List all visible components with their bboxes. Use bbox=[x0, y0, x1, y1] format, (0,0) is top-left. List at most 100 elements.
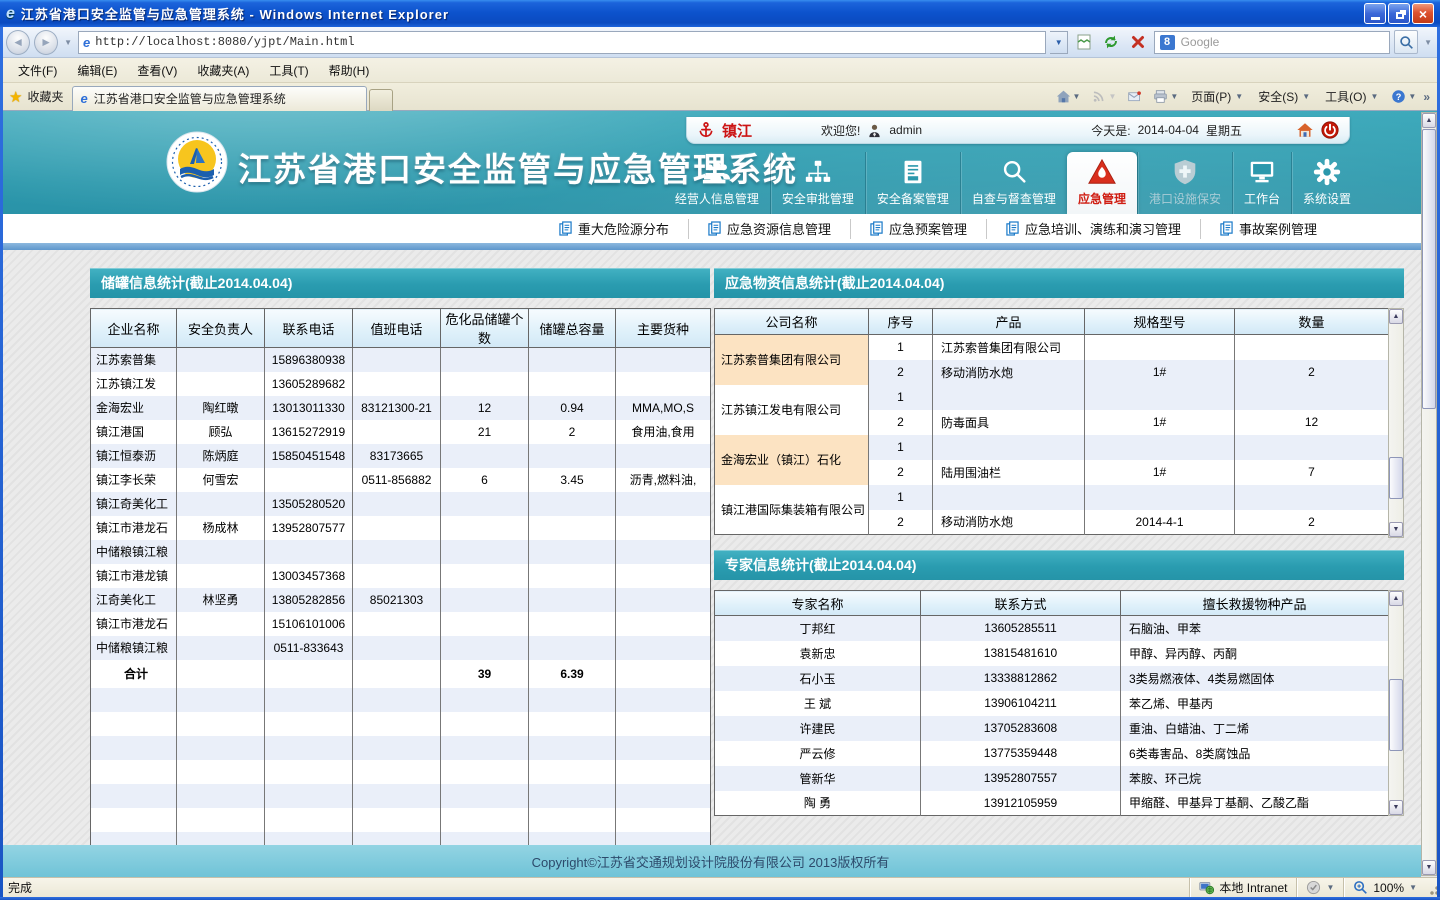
menu-item-0[interactable]: 文件(F) bbox=[8, 59, 67, 82]
print-button[interactable]: ▼ bbox=[1149, 87, 1182, 106]
cell bbox=[441, 516, 529, 540]
scrollbar-thumb[interactable] bbox=[1422, 129, 1436, 409]
nav-item-settings[interactable]: 系统设置 bbox=[1291, 152, 1362, 214]
favorites-bar: ★ 收藏夹 e 江苏省港口安全监管与应急管理系统 ▼ ▼ ▼ 页面(P)▼ 安全… bbox=[0, 83, 1440, 111]
cell bbox=[529, 444, 616, 468]
menu-item-3[interactable]: 收藏夹(A) bbox=[187, 59, 259, 82]
scroll-down-icon[interactable]: ▼ bbox=[1389, 800, 1403, 815]
cell bbox=[177, 660, 265, 688]
scroll-down-icon[interactable]: ▼ bbox=[1422, 860, 1436, 875]
cell bbox=[616, 372, 711, 396]
subnav-item-1[interactable]: 应急资源信息管理 bbox=[688, 219, 850, 239]
cell: 移动消防水炮 bbox=[933, 360, 1085, 385]
cell: 13952807577 bbox=[265, 516, 353, 540]
cell: 袁新忠 bbox=[715, 641, 921, 666]
column-header: 数量 bbox=[1235, 309, 1389, 335]
help-button[interactable]: ?▼ bbox=[1387, 87, 1420, 106]
feeds-button[interactable]: ▼ bbox=[1087, 87, 1120, 106]
cell bbox=[529, 636, 616, 660]
subnav-item-0[interactable]: 重大危险源分布 bbox=[540, 219, 688, 239]
cell bbox=[441, 760, 529, 784]
scrollbar-thumb[interactable] bbox=[1389, 679, 1403, 751]
home-button[interactable]: ▼ bbox=[1052, 87, 1085, 106]
cell: 甲缩醛、甲基异丁基酮、乙酸乙酯 bbox=[1121, 791, 1389, 816]
close-button[interactable]: × bbox=[1412, 3, 1434, 24]
nav-item-workbench[interactable]: 工作台 bbox=[1232, 152, 1291, 214]
scroll-down-icon[interactable]: ▼ bbox=[1389, 522, 1403, 537]
cell: 39 bbox=[441, 660, 529, 688]
cell: 镇江港国 bbox=[91, 420, 177, 444]
zoom-level: 100% bbox=[1373, 881, 1404, 895]
cell bbox=[353, 712, 441, 736]
scroll-up-icon[interactable]: ▲ bbox=[1422, 113, 1436, 128]
scroll-up-icon[interactable]: ▲ bbox=[1389, 309, 1403, 324]
menu-item-5[interactable]: 帮助(H) bbox=[319, 59, 380, 82]
cell: 陶 勇 bbox=[715, 791, 921, 816]
subnav-item-2[interactable]: 应急预案管理 bbox=[850, 219, 986, 239]
page-scrollbar[interactable]: ▲ ▼ bbox=[1421, 112, 1437, 876]
date-label: 今天是: bbox=[1091, 122, 1130, 139]
nav-item-search[interactable]: 自查与督查管理 bbox=[960, 152, 1067, 214]
protected-mode-control[interactable]: ▼ bbox=[1296, 878, 1343, 897]
cell bbox=[353, 612, 441, 636]
favorites-button[interactable]: ★ 收藏夹 bbox=[0, 85, 72, 109]
cell bbox=[353, 736, 441, 760]
compatibility-view-icon[interactable] bbox=[1072, 30, 1095, 54]
nav-item-shield[interactable]: 港口设施保安 bbox=[1137, 152, 1232, 214]
address-input[interactable]: e http://localhost:8080/yjpt/Main.html bbox=[78, 31, 1046, 54]
minimize-button[interactable] bbox=[1364, 3, 1386, 24]
tank-table-body: 江苏索普集 15896380938 江苏镇江发 13605289682 金海宏业… bbox=[91, 348, 711, 856]
address-dropdown-button[interactable]: ▼ bbox=[1050, 31, 1068, 54]
cell bbox=[616, 808, 711, 832]
experts-scrollbar[interactable]: ▲ ▼ bbox=[1388, 590, 1404, 816]
supplies-scrollbar[interactable]: ▲ ▼ bbox=[1388, 308, 1404, 538]
menu-item-1[interactable]: 编辑(E) bbox=[67, 59, 127, 82]
cell bbox=[265, 808, 353, 832]
nav-item-org[interactable]: 安全审批管理 bbox=[770, 152, 865, 214]
stop-button[interactable] bbox=[1127, 30, 1150, 54]
cell: 6 bbox=[441, 468, 529, 492]
tab-active[interactable]: e 江苏省港口安全监管与应急管理系统 bbox=[72, 86, 367, 111]
menu-item-2[interactable]: 查看(V) bbox=[127, 59, 187, 82]
nav-item-label: 应急管理 bbox=[1078, 190, 1126, 207]
page-menu-button[interactable]: 页面(P)▼ bbox=[1185, 86, 1249, 107]
cell: 镇江恒泰沥 bbox=[91, 444, 177, 468]
menu-item-4[interactable]: 工具(T) bbox=[259, 59, 318, 82]
home-shortcut-icon[interactable] bbox=[1296, 121, 1314, 139]
search-dropdown-icon[interactable]: ▼ bbox=[1424, 38, 1432, 47]
cell: 12 bbox=[441, 396, 529, 420]
mail-button[interactable] bbox=[1123, 87, 1146, 106]
cell: 1# bbox=[1085, 360, 1235, 385]
cell: 13775359448 bbox=[921, 741, 1121, 766]
restore-button[interactable] bbox=[1388, 3, 1410, 24]
table-header-row: 企业名称安全负责人联系电话值班电话危化品储罐个数储罐总容量主要货种 bbox=[91, 309, 711, 348]
cell: 陈炳庭 bbox=[177, 444, 265, 468]
safety-menu-button[interactable]: 安全(S)▼ bbox=[1252, 86, 1316, 107]
cell bbox=[441, 636, 529, 660]
nav-item-alert[interactable]: 应急管理 bbox=[1067, 152, 1137, 214]
subnav-item-4[interactable]: 事故案例管理 bbox=[1200, 219, 1336, 239]
forward-button[interactable]: ► bbox=[34, 30, 58, 55]
back-button[interactable]: ◄ bbox=[6, 30, 30, 55]
nav-item-users[interactable]: 经营人信息管理 bbox=[664, 152, 770, 214]
cell bbox=[529, 736, 616, 760]
refresh-button[interactable] bbox=[1099, 30, 1122, 54]
subnav-item-3[interactable]: 应急培训、演练和演习管理 bbox=[986, 219, 1200, 239]
cell bbox=[265, 660, 353, 688]
search-input[interactable]: 8 Google bbox=[1154, 31, 1390, 54]
logout-power-icon[interactable] bbox=[1321, 121, 1339, 139]
tools-menu-button[interactable]: 工具(O)▼ bbox=[1319, 86, 1384, 107]
nav-item-document[interactable]: 安全备案管理 bbox=[865, 152, 960, 214]
cell bbox=[529, 348, 616, 372]
history-dropdown-icon[interactable]: ▼ bbox=[64, 38, 72, 47]
new-tab-stub[interactable] bbox=[369, 89, 393, 111]
cell bbox=[177, 492, 265, 516]
overflow-chevron[interactable]: » bbox=[1423, 90, 1430, 104]
scroll-up-icon[interactable]: ▲ bbox=[1389, 591, 1403, 606]
search-button[interactable] bbox=[1394, 30, 1418, 54]
scrollbar-thumb[interactable] bbox=[1389, 457, 1403, 499]
table-row: 陶 勇13912105959甲缩醛、甲基异丁基酮、乙酸乙酯 bbox=[715, 791, 1389, 816]
cell: 6.39 bbox=[529, 660, 616, 688]
zoom-control[interactable]: 100% ▼ bbox=[1343, 878, 1426, 897]
cell: 13912105959 bbox=[921, 791, 1121, 816]
